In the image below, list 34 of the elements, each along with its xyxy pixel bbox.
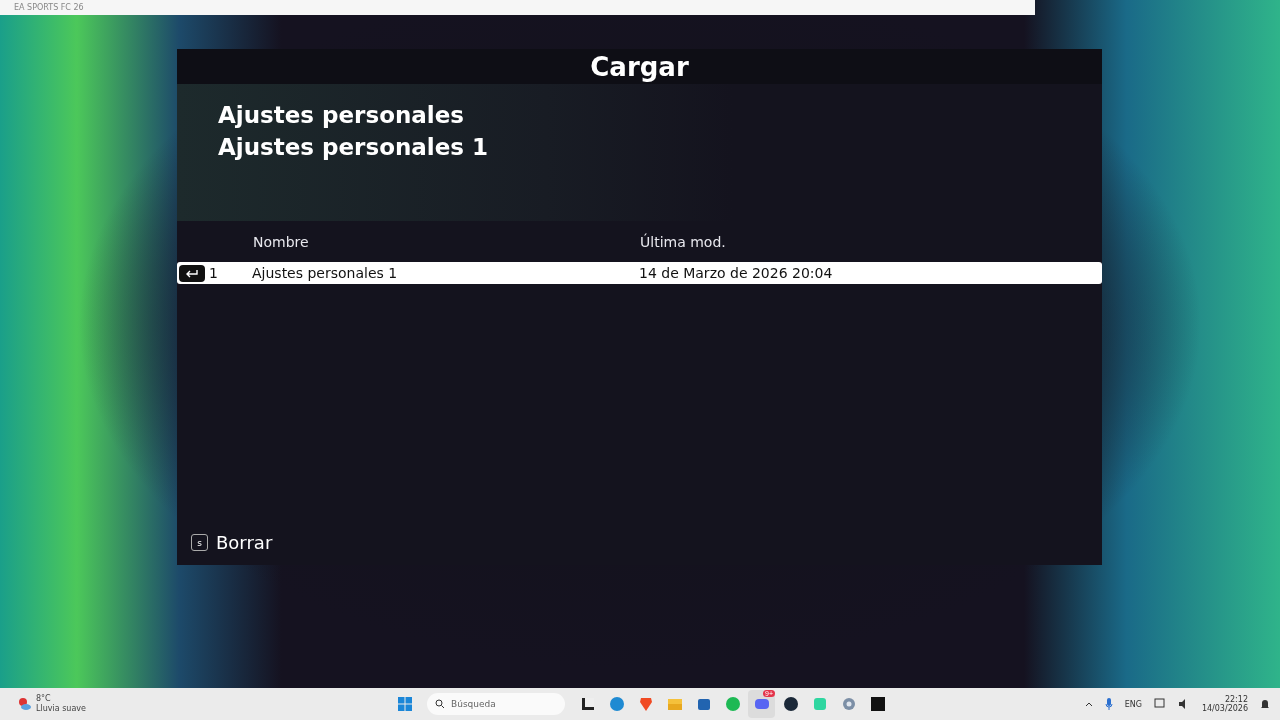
language-indicator[interactable]: ENG [1124, 699, 1142, 709]
column-header: Nombre [253, 233, 310, 250]
microphone-icon[interactable] [1104, 698, 1113, 710]
chat-icon [753, 696, 770, 712]
window-title: EA SPORTS FC 26 [14, 3, 84, 12]
enter-key-icon [179, 264, 205, 282]
network-icon[interactable] [1153, 698, 1166, 710]
search-icon [435, 699, 445, 709]
delete-button[interactable]: s Borrar [191, 532, 273, 553]
temperature: 8°C [36, 694, 52, 704]
save-row[interactable]: 1 Ajustes personales 1 14 de Marzo de 2026 20:04 [177, 262, 1102, 284]
settings-icon [840, 696, 857, 712]
column-header: Última mod. [640, 233, 727, 250]
clock-date[interactable]: 14/03/2026 [1201, 704, 1248, 713]
browser-icon [608, 696, 625, 712]
windows-icon [396, 696, 413, 712]
row-number: 1 [209, 265, 218, 281]
weather-icon [18, 697, 32, 711]
game-icon [869, 696, 886, 712]
search-field[interactable]: Búsqueda [427, 693, 565, 715]
store-icon [695, 696, 712, 712]
weather-condition: Lluvia suave [36, 704, 86, 714]
music-icon [724, 696, 741, 712]
section-title: Ajustes personales [218, 102, 465, 128]
bell-icon[interactable] [1260, 698, 1270, 710]
section-subtitle: Ajustes personales 1 [218, 134, 489, 160]
clock-time[interactable]: 22:12 [1224, 695, 1248, 704]
save-name: Ajustes personales 1 [252, 265, 399, 281]
folder-icon [666, 696, 683, 712]
dialog-title: Cargar [590, 51, 689, 82]
modified-date: 14 de Marzo de 2026 20:04 [639, 265, 834, 281]
key-hint: s [191, 534, 208, 551]
steam-icon [782, 696, 799, 712]
chevron-up-icon[interactable] [1084, 701, 1093, 707]
